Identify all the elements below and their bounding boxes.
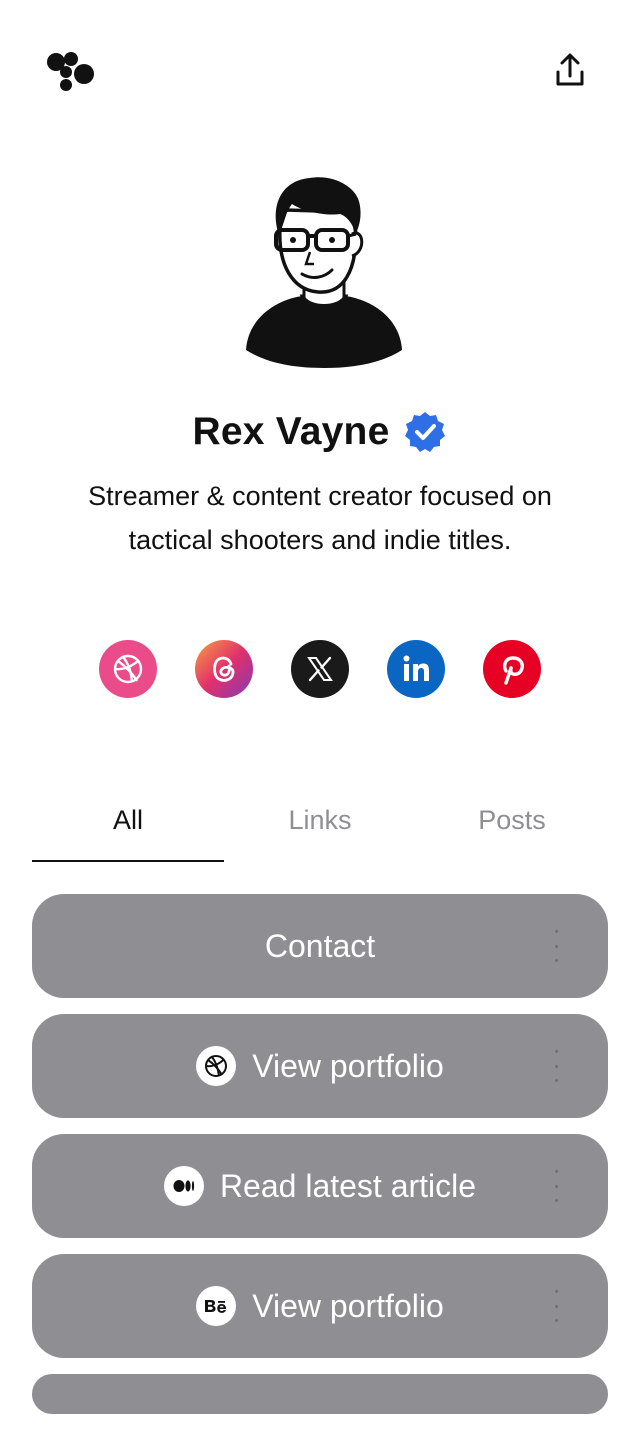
- portfolio-behance-link-button[interactable]: View portfolio: [32, 1254, 608, 1358]
- links-list: Contact View portfolio Read latest artic…: [32, 894, 608, 1430]
- social-icons-row: [0, 640, 640, 700]
- tab-posts[interactable]: Posts: [416, 790, 608, 862]
- behance-icon: [196, 1286, 237, 1326]
- link-label: View portfolio: [252, 1047, 444, 1084]
- tab-links[interactable]: Links: [224, 790, 416, 862]
- pinterest-social-button[interactable]: [483, 640, 541, 698]
- profile-name: Rex Vayne: [192, 410, 390, 453]
- link-label: View portfolio: [252, 1287, 444, 1324]
- profile-bio: Streamer & content creator focused on ta…: [88, 481, 552, 555]
- portfolio-dribbble-link-button[interactable]: View portfolio: [32, 1014, 608, 1118]
- more-options-icon[interactable]: [548, 1170, 564, 1202]
- article-medium-link-button[interactable]: Read latest article: [32, 1134, 608, 1238]
- pinterest-icon: [503, 656, 524, 685]
- threads-social-button[interactable]: [195, 640, 253, 698]
- tab-all[interactable]: All: [32, 790, 224, 862]
- more-options-icon[interactable]: [548, 1290, 564, 1322]
- more-options-icon[interactable]: [548, 1050, 564, 1082]
- top-bar: [0, 0, 640, 140]
- content-tabs: All Links Posts: [32, 790, 608, 862]
- more-options-icon[interactable]: [548, 930, 564, 962]
- link-label: Read latest article: [219, 1167, 477, 1204]
- contact-link-button[interactable]: Contact: [32, 894, 608, 998]
- link-button-partial[interactable]: [32, 1374, 608, 1414]
- x-icon: [307, 656, 333, 682]
- dribbble-icon: [113, 654, 143, 684]
- link-label: Contact: [264, 927, 376, 964]
- linktree-blob-logo-icon[interactable]: [44, 50, 96, 92]
- threads-icon: [213, 656, 235, 682]
- linkedin-social-button[interactable]: [387, 640, 445, 698]
- verified-badge-icon: [405, 412, 446, 452]
- x-social-button[interactable]: [291, 640, 349, 698]
- profile-name-row: Rex Vayne: [0, 404, 640, 460]
- linkedin-icon: [403, 655, 429, 681]
- dribbble-icon: [196, 1046, 237, 1086]
- medium-icon: [163, 1166, 204, 1206]
- dribbble-social-button[interactable]: [99, 640, 157, 698]
- share-upload-icon[interactable]: [550, 50, 590, 90]
- avatar: [246, 177, 402, 368]
